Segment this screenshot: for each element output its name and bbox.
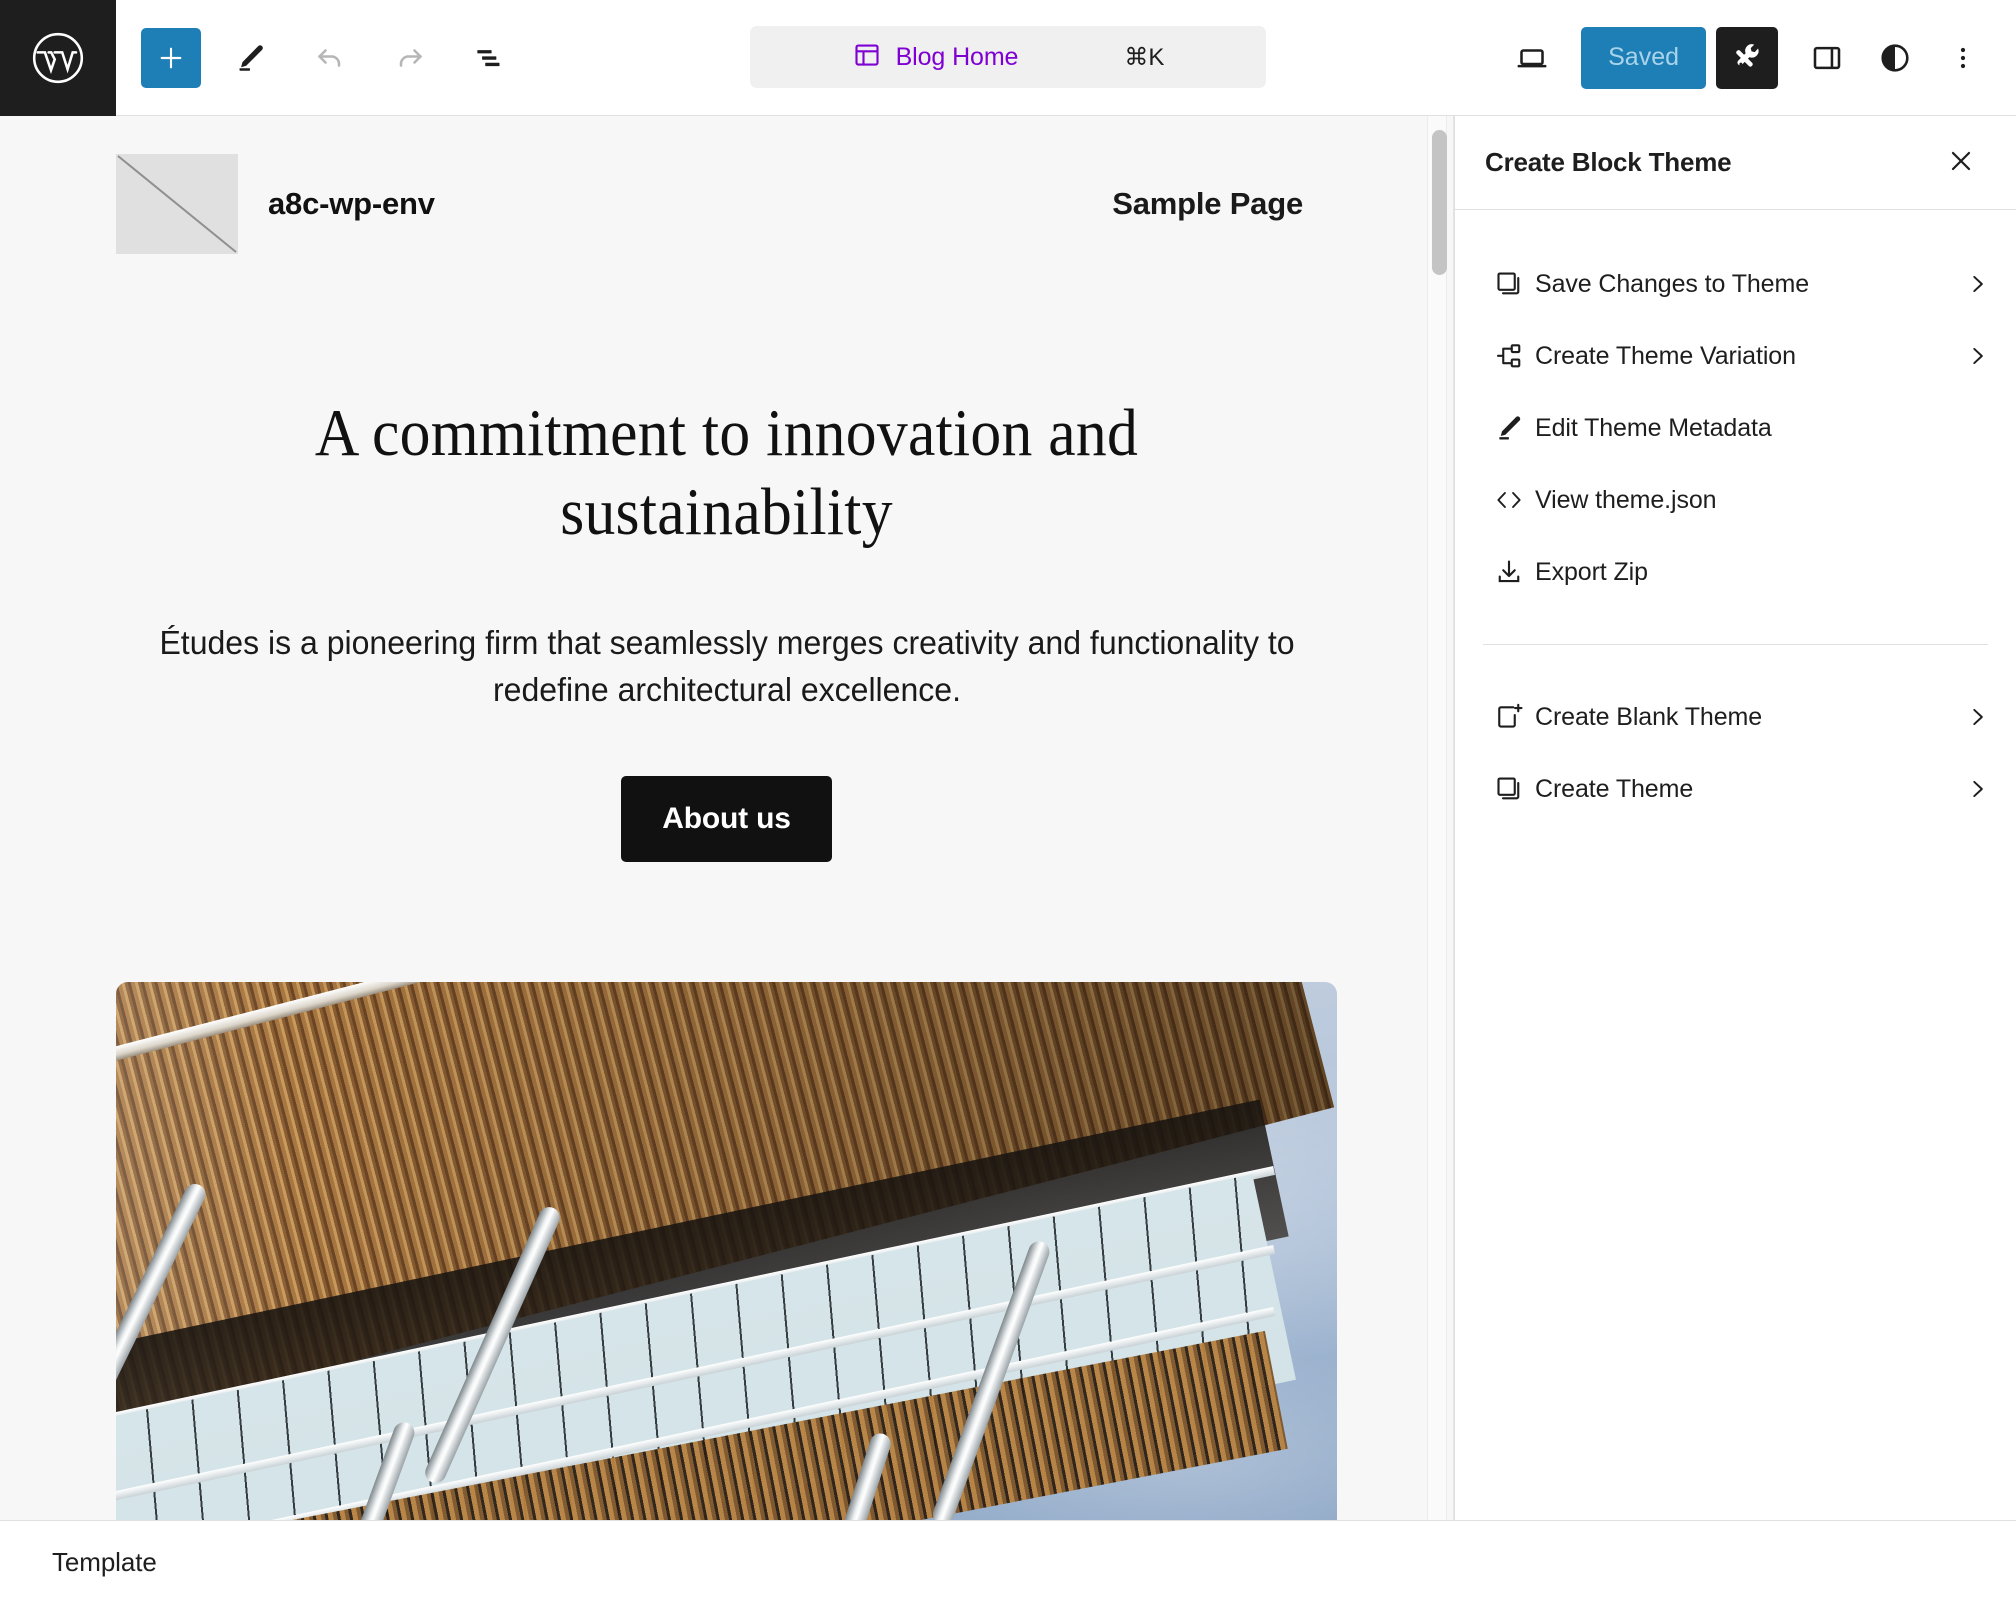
undo-icon — [312, 40, 348, 76]
editor-canvas[interactable]: a8c-wp-env Sample Page A commitment to i… — [0, 116, 1454, 1520]
three-dots-vertical-icon — [1948, 43, 1978, 73]
chevron-right-icon — [1964, 704, 1990, 730]
theme-tools-button[interactable] — [1716, 27, 1778, 89]
toolbar-right-group: Saved — [1501, 27, 2016, 89]
chevron-right-icon — [1964, 271, 1990, 297]
site-title[interactable]: a8c-wp-env — [268, 186, 435, 222]
copy-stack-icon — [1483, 774, 1535, 804]
redo-button[interactable] — [379, 27, 441, 89]
canvas-scroll-region: a8c-wp-env Sample Page A commitment to i… — [0, 116, 1453, 1520]
styles-button[interactable] — [1864, 27, 1926, 89]
wordpress-logo-button[interactable] — [0, 0, 116, 116]
hero-paragraph[interactable]: Études is a pioneering firm that seamles… — [145, 620, 1309, 714]
sidebar-toggle-icon — [1809, 40, 1845, 76]
about-us-button[interactable]: About us — [621, 776, 831, 862]
template-layout-icon — [852, 40, 882, 75]
command-bar-shortcut: ⌘K — [1124, 43, 1164, 72]
code-brackets-icon — [1483, 485, 1535, 515]
settings-sidebar-button[interactable] — [1796, 27, 1858, 89]
hero-image[interactable] — [116, 982, 1337, 1520]
more-options-button[interactable] — [1932, 27, 1994, 89]
site-header-block[interactable]: a8c-wp-env Sample Page — [0, 116, 1453, 254]
editor-toolbar: Blog Home ⌘K Saved — [0, 0, 2016, 116]
panel-item-export-zip[interactable]: Export Zip — [1455, 536, 2016, 608]
laptop-preview-icon — [1514, 40, 1550, 76]
panel-item-label: View theme.json — [1535, 486, 1716, 515]
panel-item-label: Save Changes to Theme — [1535, 270, 1809, 299]
hero-section: A commitment to innovation and sustainab… — [0, 394, 1453, 862]
site-branding: a8c-wp-env — [116, 154, 435, 254]
editor-body: a8c-wp-env Sample Page A commitment to i… — [0, 116, 2016, 1520]
toolbar-left-group — [116, 27, 521, 89]
command-bar-inner: Blog Home ⌘K — [852, 40, 1165, 75]
panel-close-button[interactable] — [1934, 136, 1988, 190]
block-editor-app: Blog Home ⌘K Saved — [0, 0, 2016, 1604]
panel-item-label: Create Blank Theme — [1535, 703, 1762, 732]
square-plus-icon — [1483, 702, 1535, 732]
theme-variation-icon — [1483, 341, 1535, 371]
panel-item-save-changes-to-theme[interactable]: Save Changes to Theme — [1455, 248, 2016, 320]
panel-divider — [1483, 644, 1988, 645]
document-type-label[interactable]: Template — [52, 1547, 157, 1578]
panel-item-create-blank-theme[interactable]: Create Blank Theme — [1455, 681, 2016, 753]
panel-item-create-theme-variation[interactable]: Create Theme Variation — [1455, 320, 2016, 392]
panel-group-create-actions: Create Blank Theme — [1455, 673, 2016, 833]
editor-status-bar: Template — [0, 1520, 2016, 1604]
panel-item-label: Export Zip — [1535, 558, 1648, 587]
pencil-icon — [233, 41, 267, 75]
contrast-styles-icon — [1877, 40, 1913, 76]
panel-item-edit-theme-metadata[interactable]: Edit Theme Metadata — [1455, 392, 2016, 464]
command-bar[interactable]: Blog Home ⌘K — [750, 26, 1266, 88]
wrench-icon — [1731, 42, 1763, 74]
nav-item-sample-page[interactable]: Sample Page — [1112, 186, 1303, 222]
close-icon — [1946, 146, 1976, 179]
redo-icon — [392, 40, 428, 76]
document-outline-icon — [471, 39, 509, 77]
chevron-right-icon — [1964, 343, 1990, 369]
panel-item-label: Edit Theme Metadata — [1535, 414, 1772, 443]
edit-tool-button[interactable] — [219, 27, 281, 89]
panel-header: Create Block Theme — [1455, 116, 2016, 210]
copy-stack-icon — [1483, 269, 1535, 299]
panel-item-view-theme-json[interactable]: View theme.json — [1455, 464, 2016, 536]
undo-button[interactable] — [299, 27, 361, 89]
block-inserter-button[interactable] — [141, 28, 201, 88]
canvas-scrollbar-thumb[interactable] — [1432, 130, 1447, 275]
panel-title: Create Block Theme — [1485, 147, 1731, 178]
hero-heading[interactable]: A commitment to innovation and sustainab… — [165, 394, 1288, 552]
list-view-button[interactable] — [459, 27, 521, 89]
preview-device-button[interactable] — [1501, 27, 1563, 89]
pencil-icon — [1483, 413, 1535, 443]
chevron-right-icon — [1964, 776, 1990, 802]
panel-item-label: Create Theme — [1535, 775, 1693, 804]
download-icon — [1483, 557, 1535, 587]
create-block-theme-panel: Create Block Theme — [1454, 116, 2016, 1520]
panel-body: Save Changes to Theme — [1455, 210, 2016, 833]
command-bar-label: Blog Home — [896, 43, 1019, 72]
wordpress-logo-icon — [30, 30, 86, 86]
plus-icon — [155, 42, 187, 74]
image-placeholder-icon[interactable] — [116, 154, 238, 254]
saved-button[interactable]: Saved — [1581, 27, 1706, 89]
panel-item-label: Create Theme Variation — [1535, 342, 1796, 371]
canvas-scrollbar[interactable] — [1427, 116, 1447, 1520]
panel-group-theme-actions: Save Changes to Theme — [1455, 240, 2016, 616]
panel-item-create-theme[interactable]: Create Theme — [1455, 753, 2016, 825]
